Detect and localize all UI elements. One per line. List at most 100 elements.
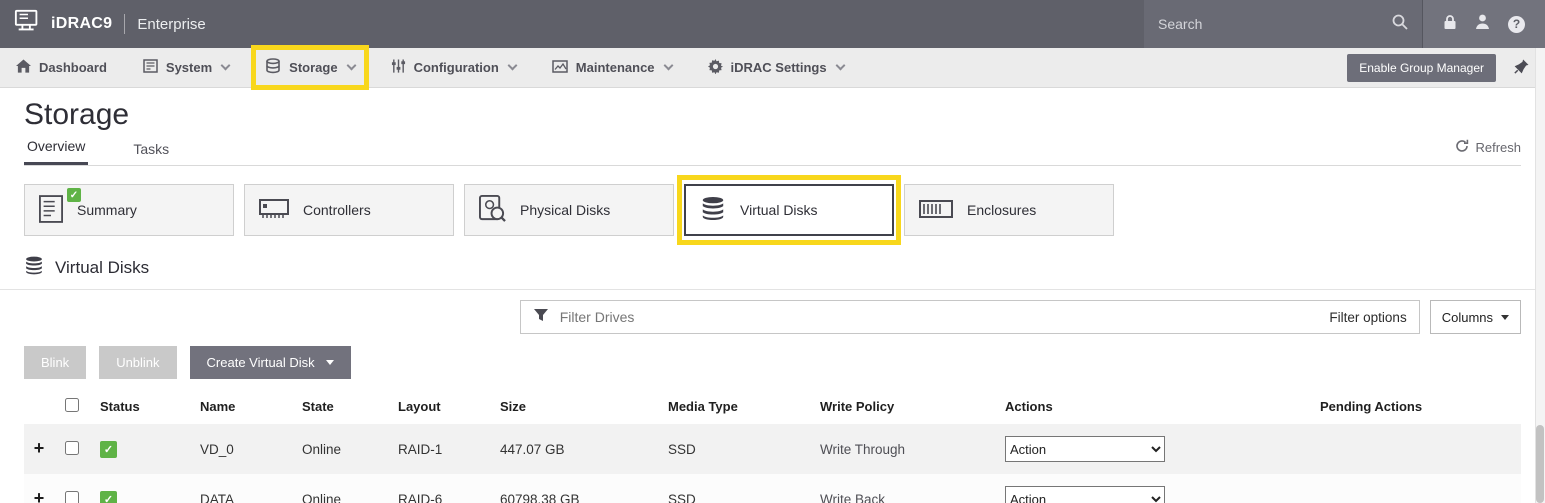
- columns-dropdown-button[interactable]: Columns: [1430, 300, 1521, 334]
- gear-icon: [708, 59, 723, 77]
- col-name: Name: [190, 389, 292, 424]
- top-header-bar: iDRAC9 Enterprise ?: [0, 0, 1545, 48]
- main-nav: Dashboard System Storage Configuration: [0, 48, 1545, 88]
- vd-toolbar: Blink Unblink Create Virtual Disk: [24, 346, 1521, 379]
- controllers-icon: [259, 197, 289, 224]
- card-label: Physical Disks: [520, 202, 610, 218]
- cell-media-type: SSD: [658, 474, 810, 503]
- brand: iDRAC9 Enterprise: [0, 0, 220, 48]
- summary-status-check-icon: ✓: [67, 188, 81, 202]
- virtual-disks-table: Status Name State Layout Size Media Type…: [24, 389, 1521, 503]
- card-virtual-disks[interactable]: Virtual Disks: [684, 184, 894, 236]
- enclosures-icon: [919, 200, 953, 221]
- table-header-row: Status Name State Layout Size Media Type…: [24, 389, 1521, 424]
- nav-label: Maintenance: [576, 60, 655, 75]
- card-summary[interactable]: ✓ Summary: [24, 184, 234, 236]
- cell-state: Online: [292, 424, 388, 474]
- card-physical-disks[interactable]: Physical Disks: [464, 184, 674, 236]
- vertical-scrollbar[interactable]: [1535, 48, 1545, 503]
- nav-item-maintenance[interactable]: Maintenance: [552, 48, 672, 87]
- topbar-spacer: [220, 0, 1144, 48]
- global-search: [1144, 0, 1422, 48]
- brand-name: iDRAC9: [51, 15, 112, 33]
- section-header: Virtual Disks: [24, 256, 1521, 280]
- col-write-policy: Write Policy: [810, 389, 995, 424]
- nav-item-idrac-settings[interactable]: iDRAC Settings: [708, 48, 844, 87]
- nav-item-dashboard[interactable]: Dashboard: [16, 48, 107, 87]
- virtual-disks-section-icon: [24, 256, 44, 280]
- chevron-down-icon: [835, 61, 845, 71]
- scrollbar-thumb[interactable]: [1536, 425, 1544, 503]
- search-input[interactable]: [1158, 16, 1384, 32]
- nav-item-configuration[interactable]: Configuration: [391, 48, 516, 87]
- section-title: Virtual Disks: [55, 258, 149, 278]
- chevron-down-icon: [507, 61, 517, 71]
- brand-edition: Enterprise: [137, 16, 205, 33]
- nav-label: iDRAC Settings: [731, 60, 827, 75]
- select-all-checkbox[interactable]: [65, 398, 79, 412]
- chevron-down-icon: [346, 61, 356, 71]
- cell-write-policy: Write Through: [810, 424, 995, 474]
- status-ok-icon: ✓: [100, 491, 117, 503]
- unblink-button[interactable]: Unblink: [99, 346, 176, 379]
- cell-media-type: SSD: [658, 424, 810, 474]
- configuration-icon: [391, 59, 406, 76]
- filter-options-link[interactable]: Filter options: [1329, 310, 1406, 325]
- help-icon[interactable]: ?: [1508, 16, 1525, 33]
- row-action-select[interactable]: Action: [1005, 486, 1165, 503]
- filter-drives-input[interactable]: [560, 309, 1319, 325]
- cell-name: VD_0: [190, 424, 292, 474]
- idrac-screen: iDRAC9 Enterprise ? Dashboard: [0, 0, 1545, 503]
- card-label: Controllers: [303, 202, 371, 218]
- cell-pending-actions: [1310, 474, 1521, 503]
- nav-item-system[interactable]: System: [143, 48, 229, 87]
- user-icon[interactable]: [1475, 14, 1490, 34]
- refresh-icon: [1455, 139, 1469, 156]
- cell-size: 447.07 GB: [490, 424, 658, 474]
- row-checkbox[interactable]: [65, 441, 79, 455]
- enable-group-manager-button[interactable]: Enable Group Manager: [1347, 54, 1496, 82]
- col-actions: Actions: [995, 389, 1310, 424]
- expand-column-header: [24, 389, 54, 424]
- blink-button[interactable]: Blink: [24, 346, 86, 379]
- row-action-select[interactable]: Action: [1005, 436, 1165, 462]
- nav-item-storage[interactable]: Storage: [265, 48, 354, 87]
- create-virtual-disk-button[interactable]: Create Virtual Disk: [190, 346, 351, 379]
- topbar-icon-group: ?: [1422, 0, 1545, 48]
- col-state: State: [292, 389, 388, 424]
- page-title: Storage: [24, 98, 1521, 132]
- summary-icon: [39, 195, 63, 226]
- create-virtual-disk-label: Create Virtual Disk: [207, 355, 315, 370]
- section-divider: [0, 289, 1545, 290]
- col-layout: Layout: [388, 389, 490, 424]
- cell-layout: RAID-1: [388, 424, 490, 474]
- chevron-down-icon: [663, 61, 673, 71]
- home-icon: [16, 59, 31, 76]
- row-checkbox[interactable]: [65, 491, 79, 503]
- refresh-button[interactable]: Refresh: [1455, 139, 1521, 165]
- nav-label: Storage: [289, 60, 337, 75]
- tab-tasks[interactable]: Tasks: [130, 133, 172, 165]
- expand-row-icon[interactable]: +: [34, 488, 45, 503]
- search-icon[interactable]: [1392, 14, 1408, 35]
- cell-layout: RAID-6: [388, 474, 490, 503]
- cell-state: Online: [292, 474, 388, 503]
- idrac-logo-icon: [14, 9, 42, 40]
- chevron-down-icon: [221, 61, 231, 71]
- status-ok-icon: ✓: [100, 441, 117, 458]
- expand-row-icon[interactable]: +: [34, 438, 45, 458]
- col-size: Size: [490, 389, 658, 424]
- lock-icon[interactable]: [1443, 14, 1457, 35]
- card-controllers[interactable]: Controllers: [244, 184, 454, 236]
- tab-overview[interactable]: Overview: [24, 130, 88, 165]
- columns-label: Columns: [1442, 310, 1493, 325]
- col-pending-actions: Pending Actions: [1310, 389, 1521, 424]
- col-status: Status: [90, 389, 190, 424]
- card-enclosures[interactable]: Enclosures: [904, 184, 1114, 236]
- physical-disks-icon: [479, 195, 506, 225]
- nav-label: Configuration: [414, 60, 499, 75]
- nav-label: Dashboard: [39, 60, 107, 75]
- nav-label: System: [166, 60, 212, 75]
- pin-icon[interactable]: [1514, 59, 1529, 77]
- refresh-label: Refresh: [1475, 140, 1521, 155]
